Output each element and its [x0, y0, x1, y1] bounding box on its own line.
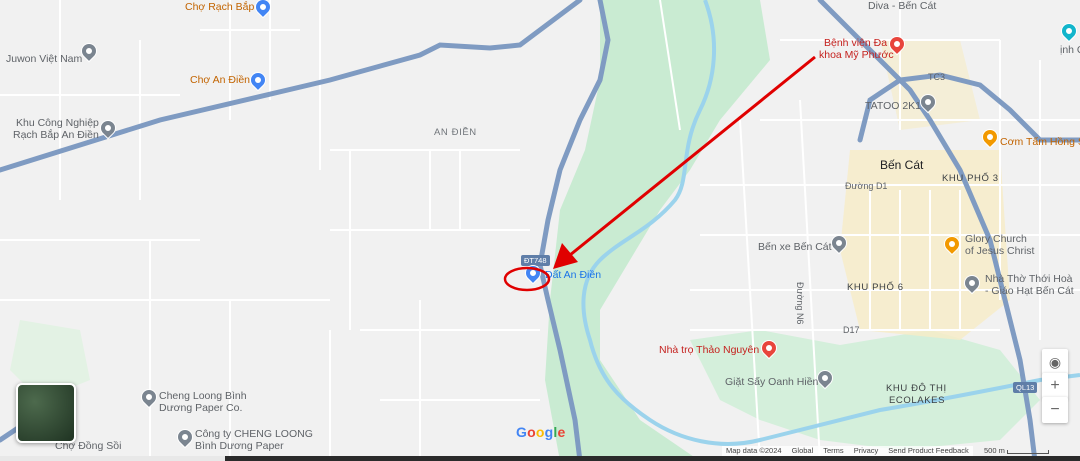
google-logo-letter: e: [557, 424, 566, 440]
map-data-attribution: Map data ©2024: [726, 446, 782, 455]
global-link[interactable]: Global: [792, 446, 814, 456]
privacy-link[interactable]: Privacy: [854, 446, 879, 456]
terms-link[interactable]: Terms: [823, 446, 843, 456]
google-logo-letter: G: [516, 424, 528, 440]
my-location-button[interactable]: ◉: [1042, 349, 1068, 375]
google-logo: Google: [516, 424, 565, 440]
bottom-strip: [0, 456, 1080, 461]
scale-bar: [1007, 450, 1049, 454]
zoom-out-button[interactable]: −: [1042, 397, 1068, 423]
scale-label[interactable]: 500 m: [984, 446, 1005, 455]
annotation-layer: [503, 55, 816, 292]
zoom-in-button[interactable]: +: [1042, 373, 1068, 399]
annotation-arrow-head: [553, 243, 578, 269]
annotation-circle: [503, 266, 551, 292]
annotation-arrow-line: [569, 55, 816, 257]
minus-icon: −: [1050, 401, 1060, 418]
layer-switcher-thumbnail[interactable]: [16, 383, 76, 443]
google-logo-letter: o: [527, 424, 536, 440]
map-canvas[interactable]: Chợ Rạch Bắp Juwon Việt Nam Chợ An Điền …: [0, 0, 1080, 461]
map-footer: Map data ©2024 Global Terms Privacy Send…: [722, 446, 973, 456]
feedback-link[interactable]: Send Product Feedback: [888, 446, 968, 456]
plus-icon: +: [1050, 377, 1060, 394]
bottom-strip-light: [0, 456, 225, 461]
google-logo-letter: o: [535, 424, 545, 440]
location-target-icon: ◉: [1048, 353, 1062, 370]
google-logo-text: Google: [516, 424, 565, 440]
